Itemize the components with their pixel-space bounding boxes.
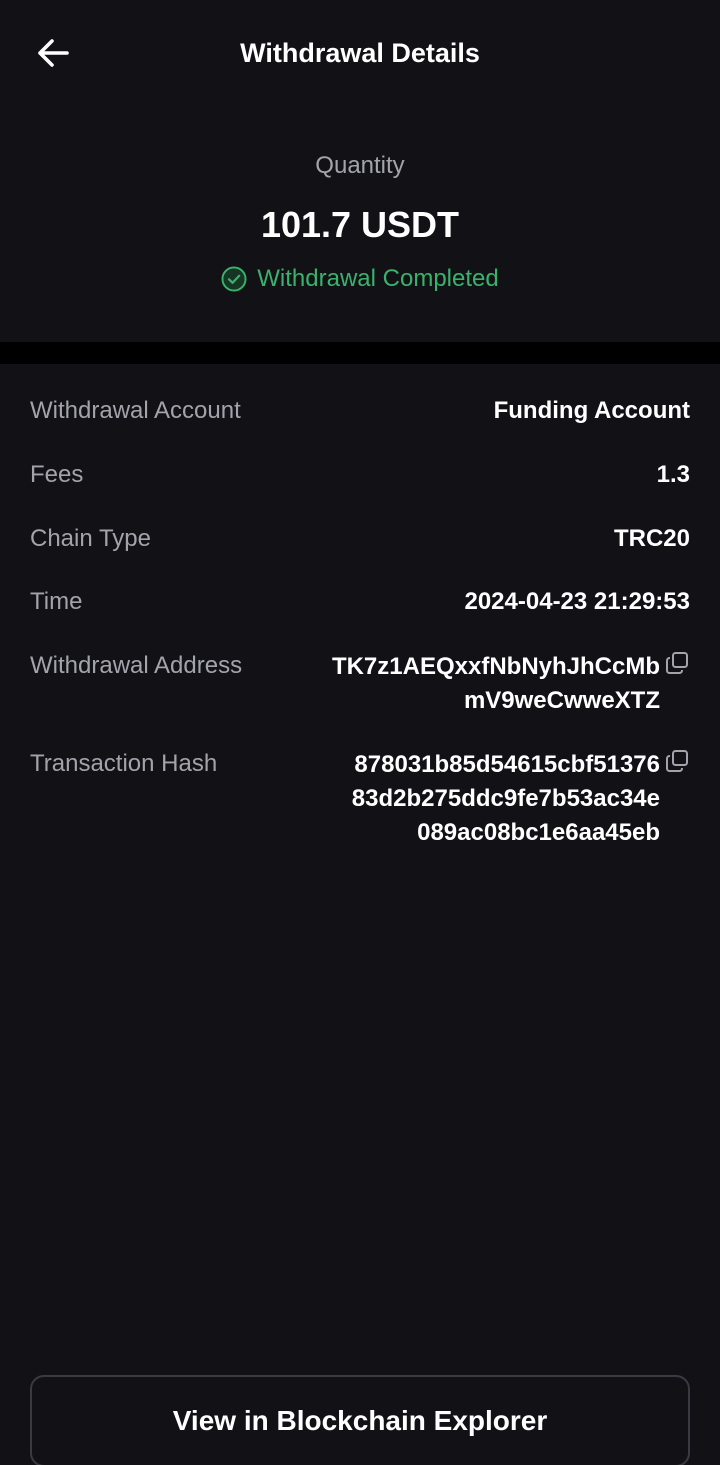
section-divider: [0, 342, 720, 364]
transaction-hash-label: Transaction Hash: [30, 750, 218, 777]
withdrawal-address-line: TK7z1AEQxxfNbNyhJhCcMb: [331, 653, 660, 680]
status-badge: Withdrawal Completed: [0, 263, 720, 295]
check-circle-icon: [221, 266, 247, 292]
copy-icon[interactable]: [664, 748, 690, 774]
chain-type-value: TRC20: [613, 525, 690, 552]
row-transaction-hash: Transaction Hash 878031b85d54615cbf51376…: [30, 748, 690, 852]
transaction-hash-line: 83d2b275ddc9fe7b53ac34e: [351, 785, 660, 812]
page-title: Withdrawal Details: [240, 38, 480, 68]
fees-label: Fees: [30, 461, 84, 488]
withdrawal-address-label: Withdrawal Address: [30, 652, 243, 679]
chain-type-label: Chain Type: [30, 525, 151, 552]
header: Withdrawal Details: [0, 0, 720, 106]
quantity-value: 101.7 USDT: [260, 204, 460, 245]
time-label: Time: [30, 588, 83, 615]
time-value: 2024-04-23 21:29:53: [464, 588, 690, 615]
fees-value: 1.3: [656, 461, 690, 488]
withdrawal-account-label: Withdrawal Account: [30, 397, 241, 424]
transaction-hash-line: 089ac08bc1e6aa45eb: [417, 819, 660, 846]
quantity-label: Quantity: [315, 152, 405, 179]
transaction-hash-value[interactable]: 878031b85d54615cbf51376 83d2b275ddc9fe7b…: [352, 748, 660, 850]
withdrawal-account-value: Funding Account: [493, 397, 690, 424]
withdrawal-address-line: mV9weCwweXTZ: [463, 687, 660, 714]
row-withdrawal-address: Withdrawal Address TK7z1AEQxxfNbNyhJhCcM…: [30, 650, 690, 720]
withdrawal-summary: Quantity 101.7 USDT Withdrawal Completed: [0, 106, 720, 342]
withdrawal-details-page: Withdrawal Details Quantity 101.7 USDT W…: [0, 0, 720, 1465]
withdrawal-address-value[interactable]: TK7z1AEQxxfNbNyhJhCcMb mV9weCwweXTZ: [332, 650, 660, 718]
transaction-hash-line: 878031b85d54615cbf51376: [354, 751, 660, 778]
status-text: Withdrawal Completed: [257, 265, 499, 292]
view-in-blockchain-explorer-button[interactable]: View in Blockchain Explorer: [30, 1375, 690, 1465]
copy-icon[interactable]: [664, 650, 690, 676]
